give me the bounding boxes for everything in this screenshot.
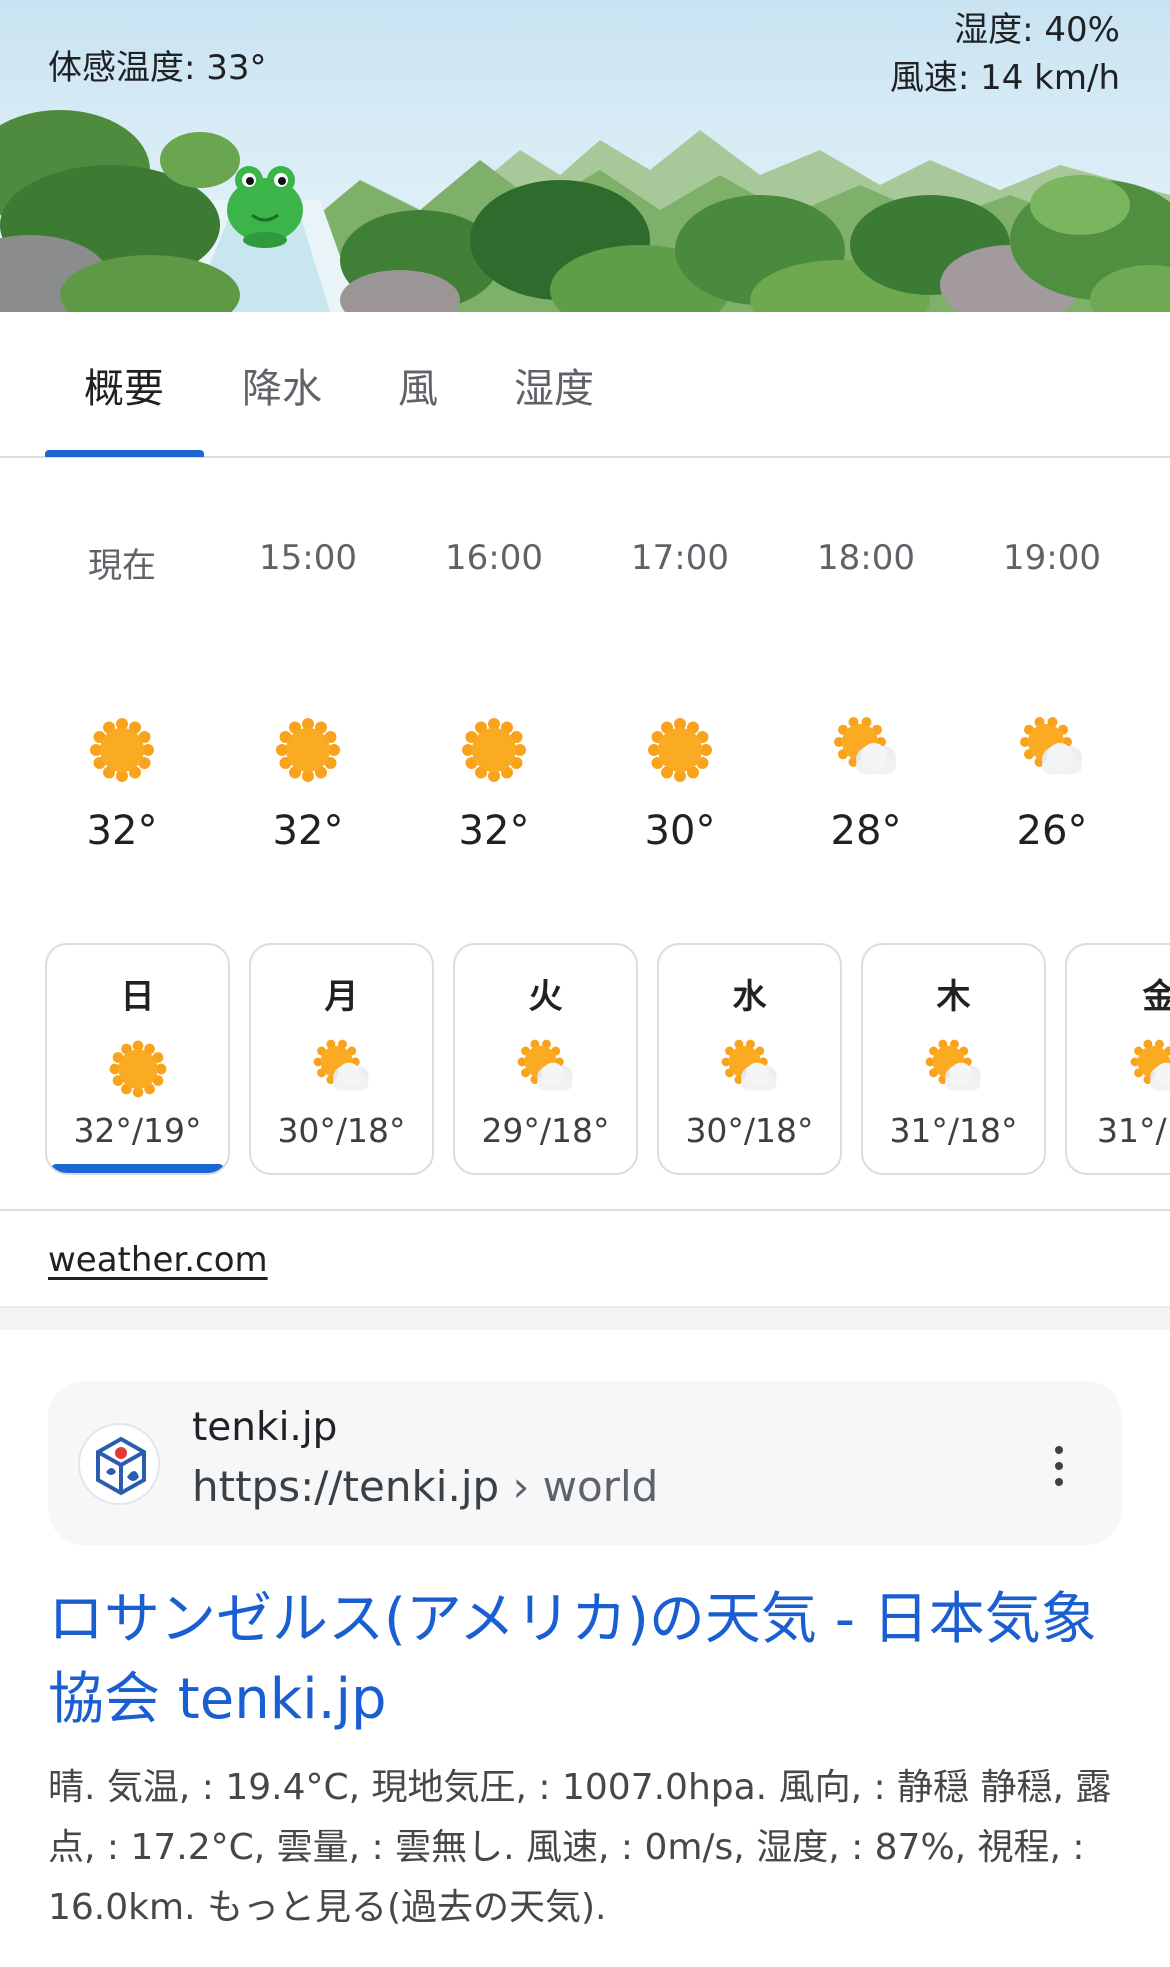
hour-time: 15:00 — [259, 538, 357, 578]
tab-humidity[interactable]: 湿度 — [514, 356, 594, 414]
sunny-icon — [648, 718, 712, 782]
site-name: tenki.jp — [192, 1405, 338, 1450]
hour-temp: 32° — [272, 808, 344, 854]
sunny-icon — [462, 718, 526, 782]
hour-temp: 30° — [644, 808, 716, 854]
source-link[interactable]: weather.com — [48, 1240, 268, 1280]
hour-temp: 28° — [830, 808, 902, 854]
site-url-breadcrumb: › world — [512, 1462, 659, 1511]
day-temp: 30°/18° — [277, 1111, 406, 1150]
selected-day-indicator — [51, 1164, 224, 1173]
day-name: 水 — [732, 977, 767, 1017]
day-temp: 29°/18° — [481, 1111, 610, 1150]
feels-like-label: 体感温度: 33° — [48, 48, 267, 88]
day-temp: 31°/18° — [889, 1111, 1018, 1150]
partly-cloudy-icon — [834, 717, 896, 774]
hour-time: 19:00 — [1003, 538, 1101, 578]
hour-time: 現在 — [88, 546, 156, 586]
partly-cloudy-icon — [925, 1039, 981, 1091]
site-url-domain: https://tenki.jp — [192, 1462, 500, 1511]
hour-time: 17:00 — [631, 538, 729, 578]
result-snippet: 晴. 気温, : 19.4°C, 現地気圧, : 1007.0hpa. 風向, … — [48, 1767, 1112, 1928]
day-temp: 31°/1 — [1097, 1111, 1170, 1150]
partly-cloudy-icon — [1020, 717, 1082, 774]
day-card-tue[interactable]: 火 29°/18° — [453, 943, 638, 1175]
day-card-mon[interactable]: 月 30°/18° — [249, 943, 434, 1175]
sunny-icon — [276, 718, 340, 782]
day-card-wed[interactable]: 水 30°/18° — [657, 943, 842, 1175]
wind-speed-label: 風速: 14 km/h — [889, 58, 1120, 98]
hour-time: 18:00 — [817, 538, 915, 578]
tab-overview[interactable]: 概要 — [84, 356, 164, 414]
partly-cloudy-icon — [517, 1039, 573, 1091]
day-card-sun[interactable]: 日 32°/19° — [45, 943, 230, 1175]
tab-precipitation[interactable]: 降水 — [242, 356, 322, 414]
hour-temp: 32° — [458, 808, 530, 854]
hour-temp: 26° — [1016, 808, 1088, 854]
partly-cloudy-icon — [313, 1039, 369, 1091]
partly-cloudy-icon — [721, 1039, 777, 1091]
day-card-fri[interactable]: 金 31°/1 — [1065, 943, 1170, 1175]
day-temp: 30°/18° — [685, 1111, 814, 1150]
site-url: https://tenki.jp › world — [192, 1462, 658, 1511]
tab-wind[interactable]: 風 — [398, 356, 438, 414]
day-name: 日 — [120, 977, 155, 1017]
sunny-icon — [90, 718, 154, 782]
hour-time: 16:00 — [445, 538, 543, 578]
section-divider — [0, 1306, 1170, 1330]
day-name: 木 — [936, 977, 971, 1017]
weather-illustration: 体感温度: 33° 湿度: 40% 風速: 14 km/h — [0, 0, 1170, 312]
day-temp: 32°/19° — [73, 1111, 202, 1150]
humidity-label: 湿度: 40% — [954, 10, 1120, 50]
tenki-favicon-icon — [78, 1423, 160, 1505]
day-name: 金 — [1067, 969, 1170, 1018]
result-title-link[interactable]: ロサンゼルス(アメリカ)の天気 - 日本気象協会 tenki.jp — [48, 1580, 1128, 1740]
active-tab-indicator — [45, 450, 204, 457]
day-card-thu[interactable]: 木 31°/18° — [861, 943, 1046, 1175]
partly-cloudy-icon — [1130, 1039, 1170, 1091]
weather-tabs: 概要 降水 風 湿度 — [0, 312, 1170, 458]
divider — [0, 1209, 1170, 1211]
more-options-icon[interactable] — [1050, 1446, 1068, 1490]
hour-temp: 32° — [86, 808, 158, 854]
sunny-icon — [109, 1040, 166, 1098]
day-name: 火 — [528, 977, 563, 1017]
day-name: 月 — [324, 977, 359, 1017]
